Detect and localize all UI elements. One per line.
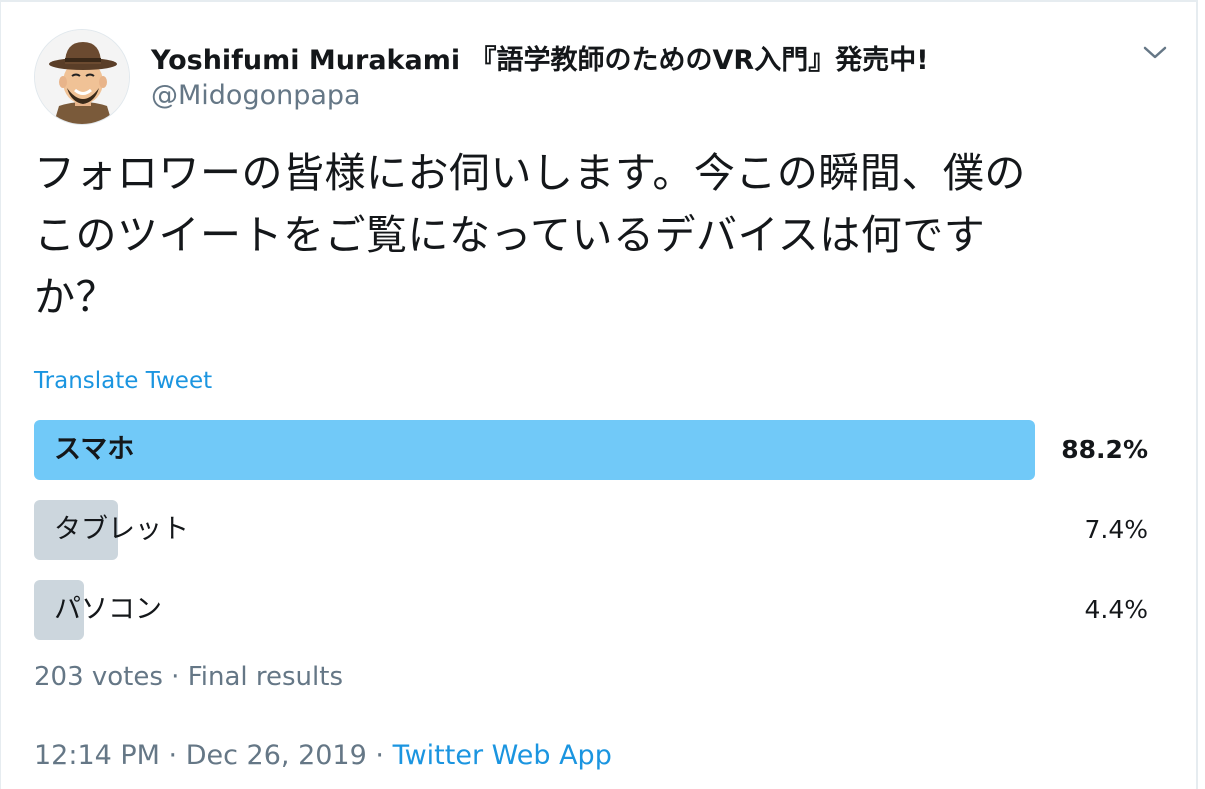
poll-option-percent: 88.2% (1061, 435, 1148, 464)
avatar[interactable] (34, 29, 130, 125)
poll: スマホ 88.2% タブレット 7.4% パソコン 4.4% (34, 420, 1154, 660)
poll-option-label: パソコン (54, 594, 162, 625)
tweet-text-line: フォロワーの皆様にお伺いします。今この瞬間、僕の (34, 149, 1026, 197)
poll-bar (34, 420, 1035, 480)
author-display-name[interactable]: Yoshifumi Murakami 『語学教師のためのVR入門』発売中! (151, 38, 929, 77)
poll-option-label: タブレット (54, 514, 189, 545)
tweet-text: フォロワーの皆様にお伺いします。今この瞬間、僕の このツイートをご覧になっている… (34, 142, 1154, 328)
author-handle[interactable]: @Midogonpapa (151, 80, 361, 111)
translate-tweet-link[interactable]: Translate Tweet (34, 368, 212, 394)
tweet-card: Yoshifumi Murakami 『語学教師のためのVR入門』発売中! @M… (0, 0, 1198, 789)
poll-option: スマホ 88.2% (34, 420, 1154, 480)
poll-option-percent: 4.4% (1084, 595, 1148, 624)
poll-option: タブレット 7.4% (34, 500, 1154, 560)
tweet-text-line: か？ (34, 273, 117, 321)
poll-summary: 203 votes · Final results (34, 662, 344, 692)
poll-option: パソコン 4.4% (34, 580, 1154, 640)
tweet-meta: 12:14 PM · Dec 26, 2019 · Twitter Web Ap… (34, 740, 612, 771)
poll-option-percent: 7.4% (1084, 515, 1148, 544)
meta-separator: · (375, 740, 384, 771)
chevron-down-icon[interactable] (1140, 38, 1170, 68)
poll-option-label: スマホ (54, 434, 135, 465)
avatar-image (35, 30, 129, 124)
tweet-timestamp[interactable]: 12:14 PM · Dec 26, 2019 (34, 740, 367, 771)
source-app-link[interactable]: Twitter Web App (393, 740, 612, 771)
tweet-text-line: このツイートをご覧になっているデバイスは何です (34, 211, 986, 259)
